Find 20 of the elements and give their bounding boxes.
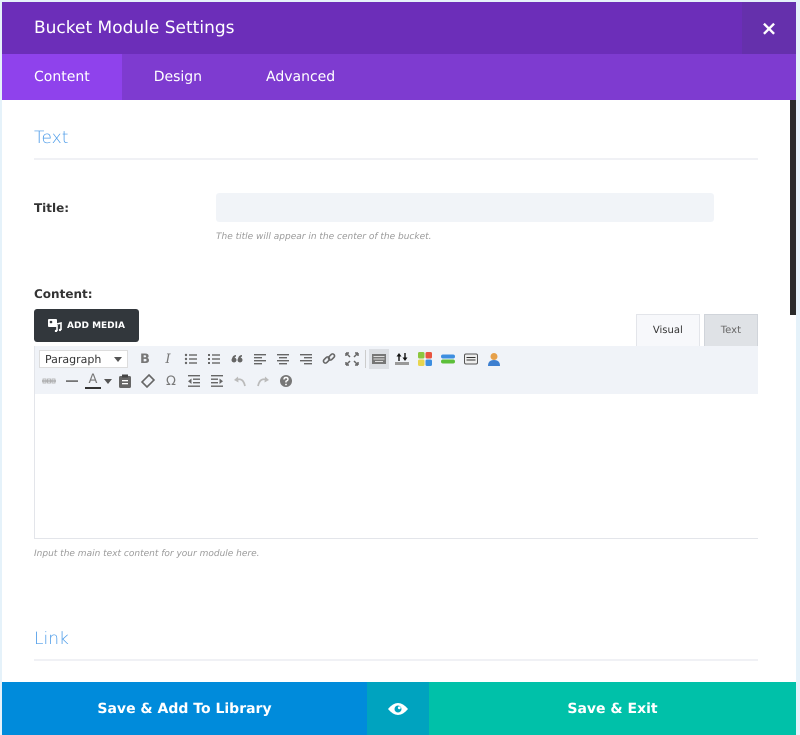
- section-heading: Text: [34, 128, 68, 148]
- format-dropdown[interactable]: Paragraph: [39, 350, 128, 368]
- close-button[interactable]: ×: [742, 2, 796, 54]
- tab[interactable]: Content: [2, 54, 122, 100]
- field-hint: Input the main text content for your module here.: [34, 549, 260, 559]
- save-to-library-button[interactable]: Save & Add To Library: [2, 682, 367, 735]
- tab[interactable]: Advanced: [234, 54, 368, 100]
- editor-tab[interactable]: Text: [704, 314, 758, 346]
- add-media-button[interactable]: ADD MEDIA: [34, 309, 139, 342]
- toolbar-button[interactable]: I: [158, 349, 178, 369]
- text-color-button[interactable]: A: [85, 373, 101, 389]
- field-label: Title:: [34, 200, 70, 217]
- tab[interactable]: Design: [122, 54, 234, 100]
- section-heading: Link: [34, 629, 69, 649]
- toolbar-button[interactable]: B: [135, 349, 155, 369]
- editor-tab[interactable]: Visual: [636, 314, 700, 346]
- field-label: Content:: [34, 287, 93, 301]
- window-title: Bucket Module Settings: [33, 18, 234, 38]
- field-hint: The title will appear in the center of the bucket.: [216, 232, 432, 242]
- toolbar-button[interactable]: Ω: [161, 371, 181, 391]
